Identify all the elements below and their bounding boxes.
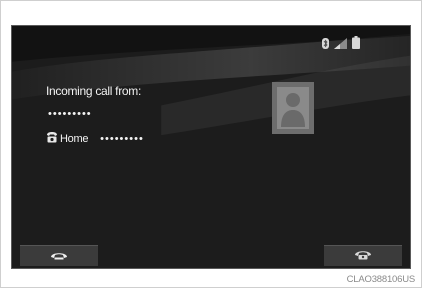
caller-number: •••••••••: [48, 108, 92, 120]
signal-strength-icon: [334, 36, 347, 54]
background-light-sweep: [12, 26, 410, 136]
bluetooth-icon: [322, 36, 329, 54]
person-silhouette-icon: [272, 82, 314, 134]
phone-hangup-icon: [354, 247, 372, 265]
battery-icon: [352, 36, 360, 54]
figure-caption: CLAO388106US: [346, 274, 416, 285]
home-number: •••••••••: [100, 133, 144, 145]
decline-call-button[interactable]: [324, 245, 402, 266]
home-label: Home: [60, 133, 89, 145]
answer-call-button[interactable]: [20, 245, 98, 266]
phone-book-icon: [46, 132, 58, 146]
status-bar: [322, 36, 360, 54]
incoming-call-label: Incoming call from:: [46, 84, 141, 98]
figure-frame: Incoming call from: ••••••••• Home •••••…: [0, 0, 422, 288]
incoming-call-screen: Incoming call from: ••••••••• Home •••••…: [11, 25, 411, 269]
home-number-row: Home •••••••••: [46, 132, 144, 146]
phone-answer-icon: [50, 247, 68, 265]
contact-photo: [272, 82, 314, 134]
